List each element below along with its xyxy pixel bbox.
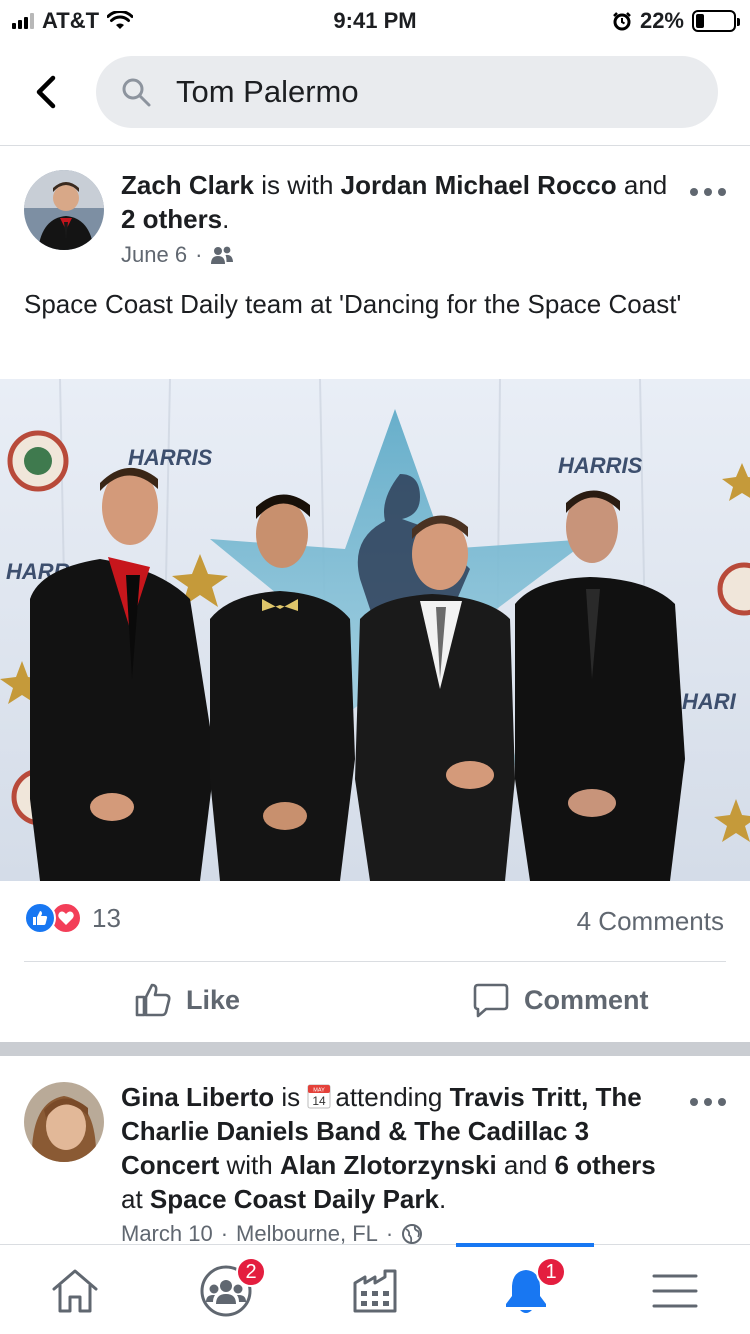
author-name[interactable]: Zach Clark xyxy=(121,170,254,200)
like-label: Like xyxy=(186,984,241,1015)
others-link[interactable]: 6 others xyxy=(555,1150,656,1180)
battery-icon xyxy=(692,10,740,32)
with-text: with xyxy=(226,1150,273,1180)
calendar-day: 14 xyxy=(313,1094,327,1108)
bottom-nav: 2 1 xyxy=(0,1243,750,1334)
more-options-icon[interactable] xyxy=(690,1092,726,1112)
period: . xyxy=(438,1184,447,1214)
status-right: 22% xyxy=(612,8,740,34)
like-reaction-icon xyxy=(24,902,56,934)
period: . xyxy=(222,204,230,234)
search-icon xyxy=(122,78,151,107)
search-input[interactable]: Tom Palermo xyxy=(96,56,718,128)
calendar-month: MAY xyxy=(314,1088,326,1094)
back-button[interactable] xyxy=(22,70,70,114)
comment-count[interactable]: 4 Comments xyxy=(577,906,724,937)
notifications-badge: 1 xyxy=(536,1257,566,1287)
and-text: and xyxy=(503,1150,548,1180)
at-text: at xyxy=(121,1184,143,1214)
post-meta: March 10 · Melbourne, FL · xyxy=(121,1221,423,1246)
reaction-count: 13 xyxy=(92,902,121,933)
tab-marketplace[interactable] xyxy=(345,1263,405,1319)
post-header-text: Zach Clark is with Jordan Michael Rocco … xyxy=(121,168,681,236)
and-text: and xyxy=(623,170,668,200)
post-meta: June 6 · xyxy=(121,242,234,268)
comment-label: Comment xyxy=(524,984,649,1015)
feed-separator xyxy=(0,1042,750,1056)
friends-icon xyxy=(211,246,234,264)
tab-menu[interactable] xyxy=(645,1263,705,1319)
post-location[interactable]: Melbourne, FL xyxy=(236,1221,378,1246)
others-link[interactable]: 2 others xyxy=(121,204,222,234)
separator-dot: · xyxy=(385,1221,394,1246)
comment-bubble-icon xyxy=(473,983,509,1018)
battery-percent: 22% xyxy=(639,8,684,33)
more-options-icon[interactable] xyxy=(690,182,726,202)
attending-text: attending xyxy=(335,1082,443,1112)
marketplace-icon xyxy=(353,1269,397,1313)
battery-level xyxy=(696,14,704,28)
place-name[interactable]: Space Coast Daily Park xyxy=(150,1184,439,1214)
tagged-person[interactable]: Alan Zlotorzynski xyxy=(280,1150,497,1180)
thumbs-up-icon xyxy=(135,983,171,1017)
photo-image: HARRIS HARRIS HARR HARI xyxy=(0,379,750,881)
like-button[interactable]: Like xyxy=(134,982,240,1018)
separator-dot: · xyxy=(195,242,203,267)
sponsor-logo-left: HARRIS xyxy=(128,445,213,470)
avatar[interactable] xyxy=(24,1082,104,1162)
with-text: is with xyxy=(261,170,334,200)
active-tab-indicator xyxy=(456,1243,594,1247)
home-icon xyxy=(52,1269,98,1313)
search-query[interactable]: Tom Palermo xyxy=(176,74,359,110)
post-header-text: Gina Liberto is MAY 14 attending Travis … xyxy=(121,1080,681,1216)
chevron-left-icon xyxy=(36,75,56,109)
feed-post: Gina Liberto is MAY 14 attending Travis … xyxy=(0,1056,750,1246)
hamburger-menu-icon xyxy=(652,1274,698,1308)
sponsor-logo-right: HARRIS xyxy=(558,453,643,478)
calendar-icon: MAY 14 xyxy=(307,1084,331,1109)
status-bar: AT&T 9:41 PM 22% xyxy=(0,0,750,40)
sponsor-logo-edge-right: HARI xyxy=(682,689,737,714)
tab-groups[interactable]: 2 xyxy=(196,1257,266,1319)
is-text: is xyxy=(281,1082,301,1112)
avatar-image xyxy=(24,1082,104,1162)
post-text: Space Coast Daily team at 'Dancing for t… xyxy=(24,289,682,319)
avatar[interactable] xyxy=(24,170,104,250)
avatar-image xyxy=(24,170,104,250)
comment-button[interactable]: Comment xyxy=(472,982,649,1018)
reactions-summary[interactable]: 13 xyxy=(24,902,121,934)
search-header: Tom Palermo xyxy=(0,40,750,146)
alarm-icon xyxy=(613,12,631,31)
post-date[interactable]: March 10 xyxy=(121,1221,213,1246)
post-photo[interactable]: HARRIS HARRIS HARR HARI xyxy=(0,379,750,881)
globe-icon xyxy=(402,1224,423,1244)
feed-post: Zach Clark is with Jordan Michael Rocco … xyxy=(0,146,750,1042)
tagged-person[interactable]: Jordan Michael Rocco xyxy=(341,170,617,200)
post-date[interactable]: June 6 xyxy=(121,242,187,268)
divider xyxy=(24,961,726,962)
groups-badge: 2 xyxy=(236,1257,266,1287)
tab-home[interactable] xyxy=(45,1263,105,1319)
separator-dot: · xyxy=(220,1221,229,1246)
tab-notifications[interactable]: 1 xyxy=(496,1257,566,1319)
author-name[interactable]: Gina Liberto xyxy=(121,1082,274,1112)
